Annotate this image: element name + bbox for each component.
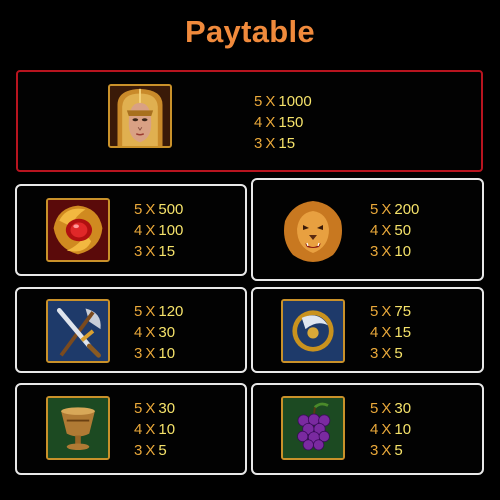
pay-row: 5 X 500 [134,201,184,218]
pay-values-sword: 5 X 120 4 X 30 3 X 10 [134,301,183,364]
pay-values-amulet: 5 X 500 4 X 100 3 X 15 [134,199,183,262]
pay-row: 3 X 10 [370,243,412,260]
pay-row: 4 X 30 [134,324,176,341]
pay-row: 3 X 10 [134,345,176,362]
paytable-card-amulet: 5 X 500 4 X 100 3 X 15 [15,184,247,276]
pay-row: 4 X 50 [370,222,412,239]
pay-row: 3X5 [134,442,167,459]
pay-row: 5 X 75 [370,303,412,320]
pay-row: 4 X 10 [370,421,412,438]
pay-row: 3 X 15 [134,243,176,260]
paytable-title: Paytable [185,14,315,49]
lion-head-icon [281,199,345,263]
pay-row: 4 X 150 [254,114,304,131]
pay-row: 5 X 1000 [254,93,312,110]
warrior-helmet-icon [108,84,172,148]
pay-row: 3X5 [370,345,403,362]
pay-row: 5 X 30 [370,400,412,417]
pay-row: 4 X 10 [134,421,176,438]
pay-row: 5 X 120 [134,303,184,320]
pay-values-shield: 5 X 75 4 X 15 3X5 [370,301,411,364]
pay-row: 5 X 30 [134,400,176,417]
pay-values-goblet: 5 X 30 4 X 10 3X5 [134,398,175,461]
pay-row: 3 X 15 [254,135,296,152]
paytable-card-shield: 5 X 75 4 X 15 3X5 [251,287,484,373]
pay-row: 4 X 100 [134,222,184,239]
pay-row: 5 X 200 [370,201,420,218]
pay-values-lion: 5 X 200 4 X 50 3 X 10 [370,199,419,262]
pay-row: 4 X 15 [370,324,412,341]
pay-values-warrior: 5 X 1000 4 X 150 3 X 15 [254,91,312,154]
paytable-card-lion: 5 X 200 4 X 50 3 X 10 [251,178,484,281]
pay-values-grapes: 5 X 30 4 X 10 3X5 [370,398,411,461]
pay-row: 3X5 [370,442,403,459]
ruby-amulet-icon [46,198,110,262]
paytable-card-goblet: 5 X 30 4 X 10 3X5 [15,383,247,475]
paytable-card-sword: 5 X 120 4 X 30 3 X 10 [15,287,247,373]
shield-icon [281,299,345,363]
grapes-icon [281,396,345,460]
paytable-card-grapes: 5 X 30 4 X 10 3X5 [251,383,484,475]
goblet-icon [46,396,110,460]
paytable-card-warrior: 5 X 1000 4 X 150 3 X 15 [16,70,483,172]
sword-axe-icon [46,299,110,363]
